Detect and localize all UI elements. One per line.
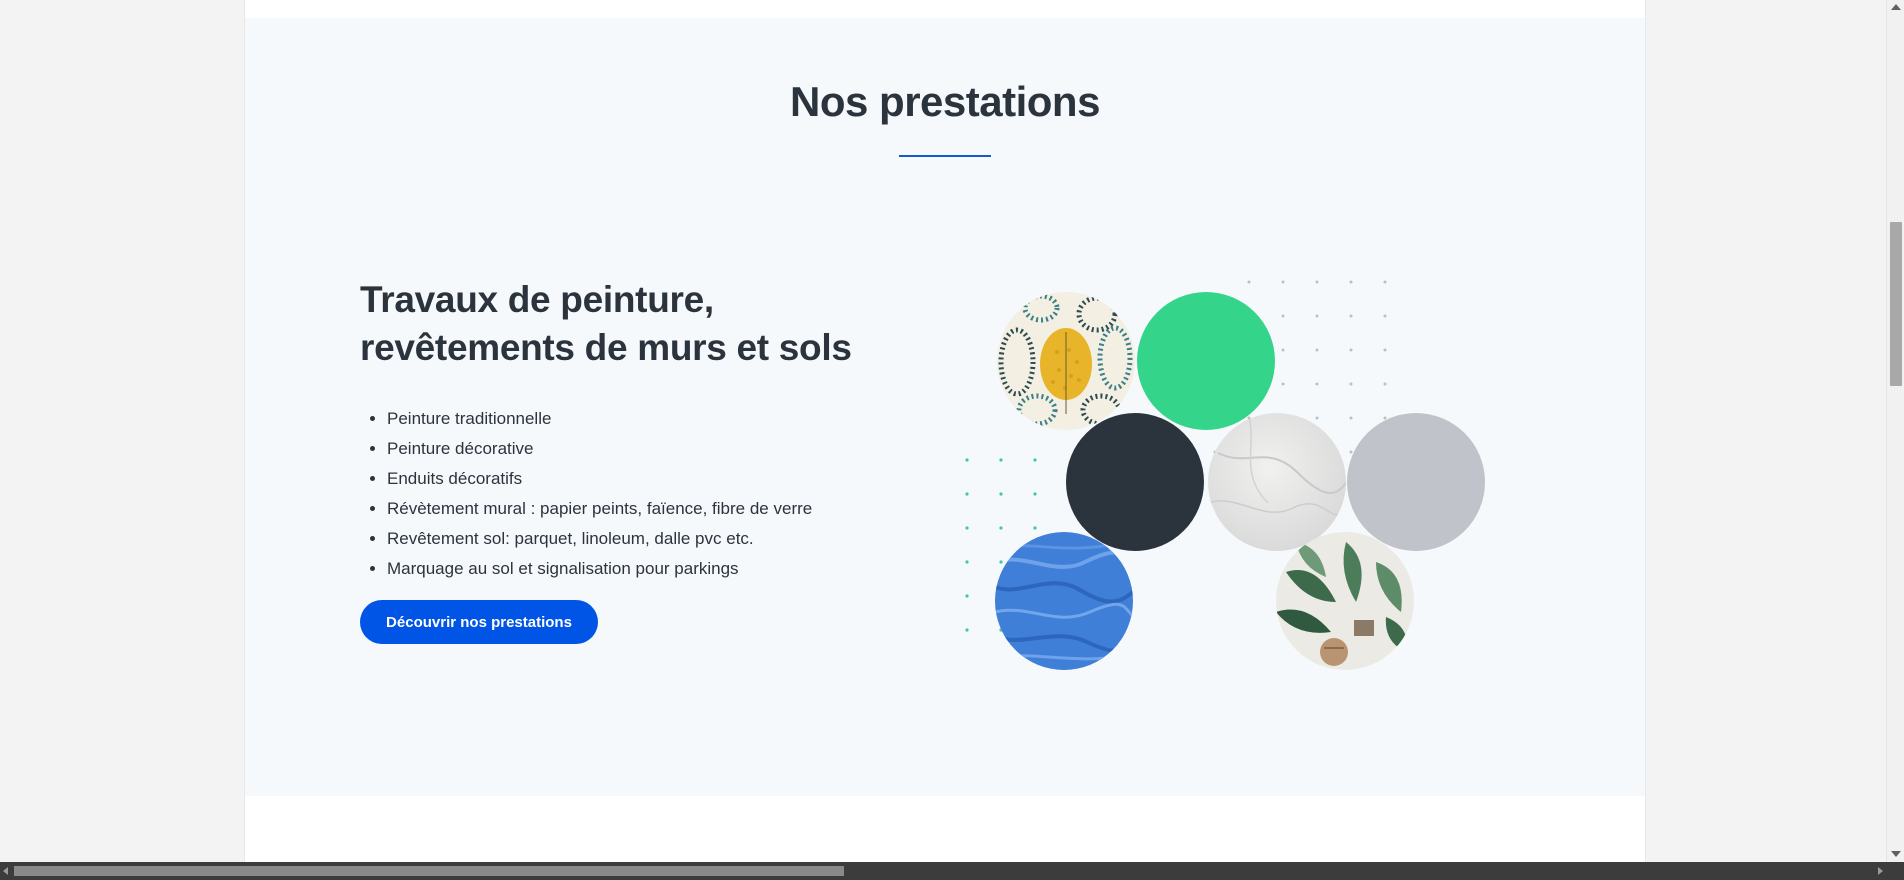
blue-paint-texture-swatch bbox=[995, 532, 1133, 670]
horizontal-scroll-thumb[interactable] bbox=[14, 866, 844, 876]
green-swatch bbox=[1137, 292, 1275, 430]
scroll-left-icon[interactable] bbox=[3, 867, 8, 875]
title-underline bbox=[899, 155, 991, 157]
list-item: Revêtement sol: parquet, linoleum, dalle… bbox=[387, 524, 812, 554]
list-item: Révètement mural : papier peints, faïenc… bbox=[387, 494, 812, 524]
list-item: Peinture décorative bbox=[387, 434, 812, 464]
page-card: Nos prestations Travaux de peinture, rev… bbox=[244, 0, 1646, 862]
marble-swatch bbox=[1208, 413, 1346, 551]
tropical-wallpaper-swatch bbox=[1276, 532, 1414, 670]
scroll-right-icon[interactable] bbox=[1878, 867, 1883, 875]
swatch-collage bbox=[965, 258, 1565, 698]
discover-services-button[interactable]: Découvrir nos prestations bbox=[360, 600, 598, 644]
list-item: Enduits décoratifs bbox=[387, 464, 812, 494]
section-title: Nos prestations bbox=[790, 78, 1100, 125]
scroll-up-icon[interactable] bbox=[1891, 4, 1901, 10]
list-item: Peinture traditionnelle bbox=[387, 404, 812, 434]
vertical-scroll-thumb[interactable] bbox=[1890, 222, 1902, 386]
services-heading: Travaux de peinture, revêtements de murs… bbox=[360, 279, 852, 368]
horizontal-scrollbar[interactable] bbox=[0, 862, 1904, 880]
light-grey-swatch bbox=[1347, 413, 1485, 551]
services-section: Nos prestations Travaux de peinture, rev… bbox=[245, 18, 1645, 796]
list-item: Marquage au sol et signalisation pour pa… bbox=[387, 554, 812, 584]
scroll-down-icon[interactable] bbox=[1891, 851, 1901, 857]
services-list: Peinture traditionnelle Peinture décorat… bbox=[360, 404, 812, 584]
floral-wallpaper-swatch bbox=[997, 292, 1135, 430]
vertical-scrollbar[interactable] bbox=[1886, 0, 1904, 862]
scrollbar-corner bbox=[1886, 862, 1904, 880]
dark-slate-swatch bbox=[1066, 413, 1204, 551]
